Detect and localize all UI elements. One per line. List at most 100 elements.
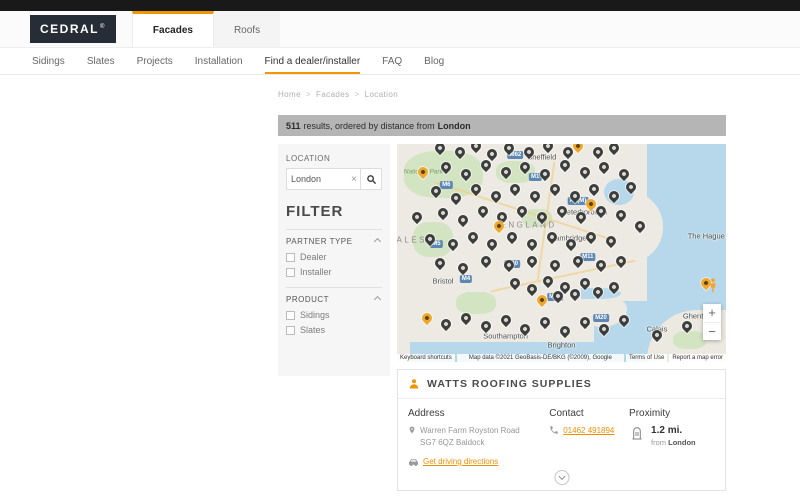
map-pin[interactable] [489,189,503,203]
filter-option-sidings[interactable]: Sidings [286,310,382,320]
map-pin[interactable] [633,219,647,233]
map-pin[interactable] [538,315,552,329]
report-map-error-link[interactable]: Report a map error [669,354,726,362]
clear-search-icon[interactable]: × [348,174,360,185]
map-pin[interactable] [548,182,562,196]
map-pin[interactable] [597,322,611,336]
map-pin[interactable] [591,145,605,159]
nav-item-installation[interactable]: Installation [195,48,243,74]
map-pin[interactable] [538,167,552,181]
pegman-icon[interactable] [708,278,718,298]
map-pin[interactable] [617,313,631,327]
map-pin[interactable] [429,184,443,198]
map-pin[interactable] [518,160,532,174]
map-pin[interactable] [607,280,621,294]
filter-group-header[interactable]: PRODUCT [286,295,382,304]
search-button[interactable] [361,169,381,189]
map-pin[interactable] [459,311,473,325]
map-pin-highlighted[interactable] [420,311,434,325]
breadcrumb-item[interactable]: Facades [316,90,349,99]
filter-group-header[interactable]: PARTNER TYPE [286,237,382,246]
map-pin[interactable] [505,230,519,244]
map-pin[interactable] [564,237,578,251]
map-pin[interactable] [525,237,539,251]
nav-item-slates[interactable]: Slates [87,48,115,74]
map-pin[interactable] [508,182,522,196]
brand-logo[interactable]: CEDRAL® [30,15,116,43]
tab-roofs[interactable]: Roofs [214,11,280,47]
map-pin[interactable] [469,182,483,196]
checkbox[interactable] [286,326,295,335]
map-pin[interactable] [541,274,555,288]
nav-item-faq[interactable]: FAQ [382,48,402,74]
map-pin[interactable] [597,160,611,174]
map-pin[interactable] [449,191,463,205]
map-pin[interactable] [469,144,483,153]
map-pin[interactable] [584,230,598,244]
breadcrumb-item[interactable]: Home [278,90,301,99]
map-pin[interactable] [594,258,608,272]
filter-option-dealer[interactable]: Dealer [286,252,382,262]
map-pin[interactable] [466,230,480,244]
map-pin[interactable] [522,145,536,159]
map-pin[interactable] [558,324,572,338]
map-pin[interactable] [433,144,447,155]
map-pin[interactable] [548,258,562,272]
map-pin[interactable] [485,237,499,251]
map-pin-highlighted[interactable] [535,293,549,307]
map-pin[interactable] [452,145,466,159]
terms-of-use-link[interactable]: Terms of Use [626,354,667,362]
checkbox[interactable] [286,268,295,277]
map-pin[interactable] [594,204,608,218]
map-pin[interactable] [604,234,618,248]
nav-item-sidings[interactable]: Sidings [32,48,65,74]
map-pin[interactable] [650,328,664,342]
map-pin[interactable] [479,254,493,268]
map-pin[interactable] [410,210,424,224]
keyboard-shortcuts-link[interactable]: Keyboard shortcuts [397,354,455,362]
map-pin[interactable] [439,317,453,331]
map-pin-highlighted[interactable] [416,165,430,179]
map-pin[interactable] [515,204,529,218]
map-pin[interactable] [607,144,621,155]
filter-option-installer[interactable]: Installer [286,267,382,277]
map-pin[interactable] [528,189,542,203]
breadcrumb-item[interactable]: Location [365,90,398,99]
driving-directions-link[interactable]: Get driving directions [423,456,498,468]
checkbox[interactable] [286,311,295,320]
map-pin[interactable] [617,167,631,181]
map-pin[interactable] [456,261,470,275]
phone-link[interactable]: 01462 491894 [563,425,614,437]
tab-facades[interactable]: Facades [132,11,214,47]
map-pin[interactable] [433,256,447,270]
map-pin[interactable] [541,144,555,153]
map[interactable]: WALESENGLANDSheffieldPeterboroughCambrid… [397,144,726,362]
map-pin[interactable] [577,315,591,329]
location-search-input[interactable] [287,174,348,184]
map-pin[interactable] [568,189,582,203]
nav-item-projects[interactable]: Projects [137,48,173,74]
map-pin[interactable] [498,313,512,327]
map-pin[interactable] [508,276,522,290]
nav-item-blog[interactable]: Blog [424,48,444,74]
map-pin[interactable] [525,254,539,268]
map-pin[interactable] [614,208,628,222]
map-pin[interactable] [571,254,585,268]
map-pin[interactable] [475,204,489,218]
zoom-in-button[interactable]: + [703,304,721,322]
map-pin[interactable] [436,206,450,220]
map-pin[interactable] [525,282,539,296]
map-pin[interactable] [545,230,559,244]
map-pin[interactable] [574,210,588,224]
map-pin[interactable] [679,319,693,333]
map-pin[interactable] [502,144,516,155]
map-pin[interactable] [614,254,628,268]
map-pin[interactable] [535,210,549,224]
filter-option-slates[interactable]: Slates [286,325,382,335]
map-pin[interactable] [502,258,516,272]
map-pin[interactable] [459,167,473,181]
map-pin[interactable] [558,158,572,172]
map-pin[interactable] [607,189,621,203]
map-pin[interactable] [479,319,493,333]
map-pin[interactable] [577,165,591,179]
